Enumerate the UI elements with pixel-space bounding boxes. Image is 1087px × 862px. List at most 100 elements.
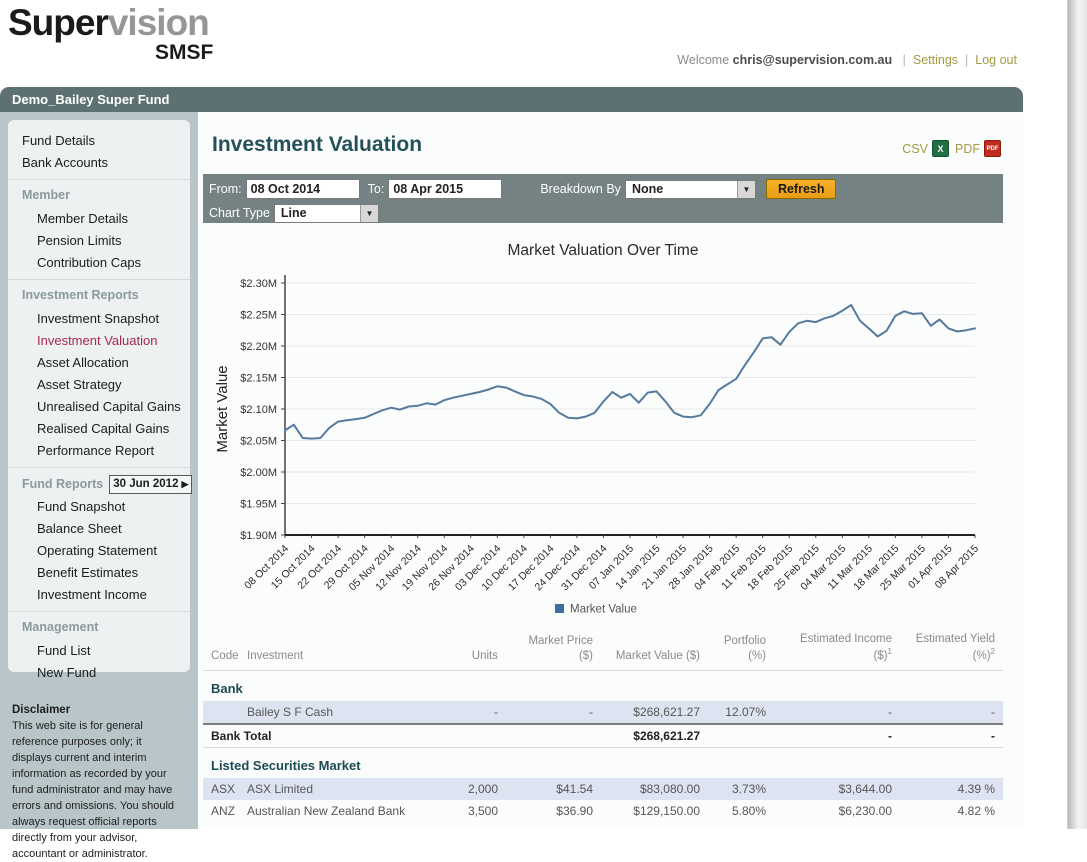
logout-link[interactable]: Log out (975, 53, 1017, 67)
logo: Supervision SMSF (8, 4, 213, 63)
main-panel: Investment Valuation CSV X PDF PDF From:… (198, 112, 1023, 829)
sidebar-item-fund-snapshot[interactable]: Fund Snapshot (8, 496, 190, 518)
y-tick-label: $1.90M (240, 530, 277, 542)
to-date-input[interactable] (388, 179, 502, 199)
settings-link[interactable]: Settings (913, 53, 958, 67)
chevron-down-icon: ▼ (360, 205, 378, 222)
column-header-portfolio: Portfolio (%) (708, 630, 774, 670)
sidebar-item-asset-allocation[interactable]: Asset Allocation (8, 352, 190, 374)
cell-est_income: - (774, 701, 900, 724)
pdf-export-link[interactable]: PDF PDF (955, 140, 1001, 157)
table-row-bailey-s-f-cash: Bailey S F Cash--$268,621.2712.07%-- (203, 701, 1003, 724)
breakdown-select[interactable]: None ▼ (625, 180, 756, 199)
sidebar-item-label: Fund Details (22, 133, 95, 148)
total-cell (708, 724, 774, 748)
y-tick-label: $2.20M (240, 341, 277, 353)
cell-market_price: $36.90 (506, 800, 601, 822)
fund-title-bar: Demo_Bailey Super Fund (0, 87, 1023, 112)
sidebar-item-fund-details[interactable]: Fund Details (8, 130, 190, 152)
fund-reports-date-selector[interactable]: 30 Jun 2012▶ (109, 475, 192, 494)
cell-investment: ASX Limited (239, 778, 420, 800)
cell-market_value: $83,080.00 (601, 778, 708, 800)
sidebar-item-balance-sheet[interactable]: Balance Sheet (8, 518, 190, 540)
column-header-estimated-yield: Estimated Yield (%)2 (900, 630, 1003, 670)
refresh-button[interactable]: Refresh (766, 179, 837, 199)
sidebar-item-label: Operating Statement (37, 543, 157, 558)
footnote-marker: 1 (888, 647, 892, 656)
column-header-market-value: Market Value ($) (601, 630, 708, 670)
y-tick-label: $2.10M (240, 404, 277, 416)
from-date-input[interactable] (246, 179, 360, 199)
filter-bar: From: To: Breakdown By None ▼ Refresh Ch… (203, 174, 1003, 223)
sidebar-item-benefit-estimates[interactable]: Benefit Estimates (8, 562, 190, 584)
sidebar-item-new-fund[interactable]: New Fund (8, 662, 190, 684)
page-title: Investment Valuation (212, 133, 422, 157)
sidebar-item-realised-capital-gains[interactable]: Realised Capital Gains (8, 418, 190, 440)
vertical-scrollbar[interactable] (1067, 0, 1087, 829)
chart-type-value: Line (275, 205, 360, 222)
cell-units: - (420, 701, 506, 724)
breakdown-label: Breakdown By (540, 182, 621, 196)
cell-portfolio: 12.07% (708, 701, 774, 724)
chevron-right-icon: ▶ (181, 473, 188, 495)
market-valuation-chart: Market Valuation Over Time$1.90M$1.95M$2… (203, 227, 1003, 627)
disclaimer-title: Disclaimer (12, 704, 184, 716)
sidebar-item-label: Realised Capital Gains (37, 421, 169, 436)
sidebar-item-bank-accounts[interactable]: Bank Accounts (8, 152, 190, 174)
cell-investment: Australian New Zealand Bank (239, 800, 420, 822)
cell-portfolio: 3.73% (708, 778, 774, 800)
disclaimer-body: This web site is for general reference p… (12, 719, 184, 862)
legend-swatch (555, 604, 564, 613)
cell-market_price: $41.54 (506, 778, 601, 800)
sidebar-item-label: Contribution Caps (37, 255, 141, 270)
sidebar-item-label: Asset Allocation (37, 355, 129, 370)
pdf-label: PDF (955, 142, 980, 156)
sidebar: Fund Details Bank Accounts Member Member De… (8, 120, 190, 672)
chart-title: Market Valuation Over Time (508, 242, 699, 259)
sidebar-item-label: Performance Report (37, 443, 154, 458)
sidebar-item-unrealised-capital-gains[interactable]: Unrealised Capital Gains (8, 396, 190, 418)
y-axis-label: Market Value (214, 365, 231, 452)
sidebar-item-member-details[interactable]: Member Details (8, 208, 190, 230)
cell-market_value: $268,621.27 (601, 701, 708, 724)
column-header-market-price: Market Price ($) (506, 630, 601, 670)
sidebar-item-label: Member (22, 188, 70, 202)
sidebar-item-investment-valuation[interactable]: Investment Valuation (8, 330, 190, 352)
breakdown-value: None (626, 181, 737, 198)
cell-units: 2,000 (420, 778, 506, 800)
y-tick-label: $2.15M (240, 373, 277, 385)
sidebar-item-performance-report[interactable]: Performance Report (8, 440, 190, 462)
sidebar-item-fund-reports: Fund Reports30 Jun 2012▶ (8, 467, 190, 496)
logo-vision: vision (108, 2, 209, 43)
logo-super: Super (8, 2, 108, 43)
sidebar-item-operating-statement[interactable]: Operating Statement (8, 540, 190, 562)
fund-reports-date: 30 Jun 2012 (113, 473, 178, 495)
cell-units: 3,500 (420, 800, 506, 822)
sidebar-item-fund-list[interactable]: Fund List (8, 640, 190, 662)
sidebar-item-asset-strategy[interactable]: Asset Strategy (8, 374, 190, 396)
sidebar-item-label: Investment Snapshot (37, 311, 159, 326)
sidebar-item-investment-income[interactable]: Investment Income (8, 584, 190, 606)
user-email: chris@supervision.com.au (733, 53, 892, 67)
chart-type-select[interactable]: Line ▼ (274, 204, 379, 223)
total-cell (506, 724, 601, 748)
total-row-bank-total: Bank Total$268,621.27-- (203, 724, 1003, 748)
content-area: Fund Details Bank Accounts Member Member De… (0, 112, 1023, 829)
welcome-bar: Welcome chris@supervision.com.au |Settin… (677, 53, 1017, 67)
cell-est_income: $6,230.00 (774, 800, 900, 822)
csv-export-link[interactable]: CSV X (902, 140, 949, 157)
column-header-units: Units (420, 630, 506, 670)
y-tick-label: $2.05M (240, 436, 277, 448)
sidebar-item-pension-limits[interactable]: Pension Limits (8, 230, 190, 252)
investment-table: CodeInvestmentUnitsMarket Price ($)Marke… (203, 630, 1003, 822)
cell-code: ASX (203, 778, 239, 800)
chart-line (285, 305, 975, 439)
sidebar-item-contribution-caps[interactable]: Contribution Caps (8, 252, 190, 274)
cell-est_income: $3,644.00 (774, 778, 900, 800)
sidebar-item-investment-snapshot[interactable]: Investment Snapshot (8, 308, 190, 330)
total-cell: - (774, 724, 900, 748)
total-cell (420, 724, 506, 748)
sidebar-item-label: Pension Limits (37, 233, 122, 248)
column-header-investment: Investment (239, 630, 420, 670)
csv-label: CSV (902, 142, 928, 156)
